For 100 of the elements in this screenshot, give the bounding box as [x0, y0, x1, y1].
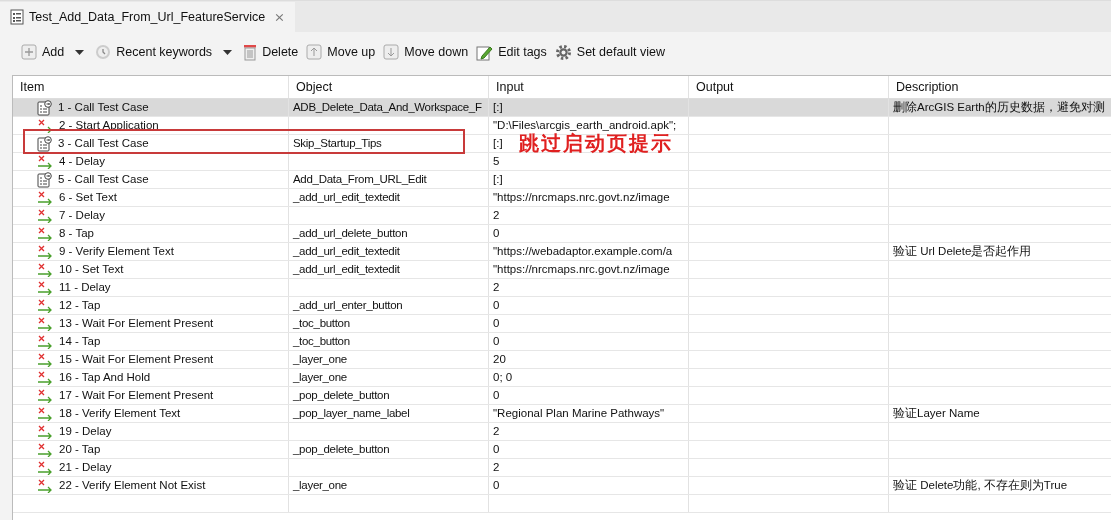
table-cell: _pop_delete_button: [293, 389, 390, 401]
table-cell: 2: [493, 461, 500, 473]
table-row[interactable]: 22 - Verify Element Not Exist _layer_one 0 验证 Delete功能, 不存在则为True: [13, 477, 1111, 495]
table-row[interactable]: 11 - Delay 2: [13, 279, 1111, 297]
table-row[interactable]: 17 - Wait For Element Present _pop_delete_button 0: [13, 387, 1111, 405]
step-name: 10 - Set Text: [59, 262, 124, 277]
step-icon: [37, 190, 53, 205]
step-name: 2 - Start Application: [59, 118, 159, 133]
down-button[interactable]: Move down: [380, 42, 472, 62]
step-name: 11 - Delay: [59, 280, 111, 295]
step-icon: [37, 334, 53, 349]
step-icon: [37, 208, 53, 223]
step-icon: [37, 388, 53, 403]
table-row[interactable]: 16 - Tap And Hold _layer_one 0; 0: [13, 369, 1111, 387]
step-name: 4 - Delay: [59, 154, 106, 169]
table-cell: 0: [493, 299, 500, 311]
table-row[interactable]: 8 - Tap _add_url_delete_button 0: [13, 225, 1111, 243]
recent-button[interactable]: Recent keywords: [92, 42, 216, 62]
trash-icon: [243, 43, 258, 61]
table-cell: 0: [493, 317, 500, 329]
table-cell: "Regional Plan Marine Pathways": [493, 407, 665, 419]
table-row[interactable]: 4 - Delay 5: [13, 153, 1111, 171]
table-cell: ADB_Delete_Data_And_Workspace_F: [293, 101, 482, 113]
table-cell: 2: [493, 425, 500, 437]
step-name: 21 - Delay: [59, 460, 112, 475]
table-cell: 0: [493, 335, 500, 347]
clock-icon: [95, 44, 112, 60]
list-icon: [10, 9, 24, 25]
table-cell: 20: [493, 353, 506, 365]
table-row[interactable]: 14 - Tap _toc_button 0: [13, 333, 1111, 351]
step-name: 3 - Call Test Case: [58, 136, 149, 151]
table-cell: _pop_layer_name_label: [293, 407, 410, 419]
step-icon: [37, 370, 53, 385]
column-header[interactable]: Output: [689, 76, 889, 98]
step-icon: [37, 352, 53, 367]
table-row[interactable]: 12 - Tap _add_url_enter_button 0: [13, 297, 1111, 315]
column-header[interactable]: Item: [13, 76, 289, 98]
step-icon: [37, 262, 53, 277]
step-name: 15 - Wait For Element Present: [59, 352, 214, 367]
step-icon: [37, 244, 53, 259]
table-cell: 删除ArcGIS Earth的历史数据，避免对测: [893, 101, 1105, 113]
column-header[interactable]: Description: [889, 76, 1111, 98]
table-cell: 验证 Delete功能, 不存在则为True: [893, 479, 1068, 491]
delete-button[interactable]: Delete: [240, 41, 302, 63]
arrow-down-icon: [383, 44, 400, 60]
close-icon[interactable]: ⨯: [274, 9, 286, 25]
tags-button[interactable]: Edit tags: [473, 41, 550, 63]
step-name: 17 - Wait For Element Present: [59, 388, 214, 403]
add-button[interactable]: Add: [18, 42, 68, 62]
step-name: 14 - Tap: [59, 334, 101, 349]
table-row[interactable]: 21 - Delay 2: [13, 459, 1111, 477]
step-icon: [37, 478, 53, 493]
caret-icon[interactable]: [223, 49, 233, 55]
table-cell: 0; 0: [493, 371, 513, 383]
table-cell: 5: [493, 155, 500, 167]
step-icon: [37, 154, 53, 169]
table-cell: 0: [493, 479, 500, 491]
step-icon: [37, 424, 53, 439]
up-button[interactable]: Move up: [303, 42, 379, 62]
step-icon: [37, 280, 53, 295]
table-cell: _layer_one: [293, 479, 347, 491]
table-cell: _add_url_edit_textedit: [293, 263, 400, 275]
step-name: 6 - Set Text: [59, 190, 117, 205]
table-row[interactable]: 7 - Delay 2: [13, 207, 1111, 225]
step-name: 1 - Call Test Case: [58, 100, 149, 115]
table-cell: _add_url_enter_button: [293, 299, 403, 311]
step-name: 7 - Delay: [59, 208, 106, 223]
table-row[interactable]: 1 - Call Test Case ADB_Delete_Data_And_Workspace_F [:] 删除ArcGIS Earth的历史数据，避免对测: [13, 99, 1111, 117]
step-name: 22 - Verify Element Not Exist: [59, 478, 206, 493]
table-cell: [:]: [493, 101, 503, 113]
step-icon: [37, 118, 53, 133]
table-row[interactable]: 13 - Wait For Element Present _toc_button 0: [13, 315, 1111, 333]
column-header[interactable]: Object: [289, 76, 489, 98]
table-row[interactable]: 19 - Delay 2: [13, 423, 1111, 441]
caret-icon[interactable]: [75, 49, 85, 55]
step-name: 8 - Tap: [59, 226, 94, 241]
gear-button[interactable]: Set default view: [551, 41, 669, 63]
step-icon: [37, 406, 53, 421]
table-row[interactable]: 15 - Wait For Element Present _layer_one 20: [13, 351, 1111, 369]
table-row[interactable]: 18 - Verify Element Text _pop_layer_name_label "Regional Plan Marine Pathways" 验证Layer Name: [13, 405, 1111, 423]
table-cell: [:]: [493, 173, 503, 185]
pencil-icon: [476, 43, 494, 61]
editor-tab[interactable]: Test_Add_Data_From_Url_FeatureService ⨯: [0, 2, 296, 32]
table-cell: 0: [493, 389, 500, 401]
test-case-icon: [37, 171, 52, 188]
step-name: 18 - Verify Element Text: [59, 406, 181, 421]
table-row[interactable]: 5 - Call Test Case Add_Data_From_URL_Edit [:]: [13, 171, 1111, 189]
step-icon: [37, 442, 53, 457]
table-row[interactable]: 9 - Verify Element Text _add_url_edit_textedit "https://webadaptor.example.com/a 验证 Url Delete是否起作用: [13, 243, 1111, 261]
step-icon: [37, 298, 53, 313]
table-cell: _add_url_delete_button: [293, 227, 408, 239]
table-cell: "https://webadaptor.example.com/a: [493, 245, 673, 257]
table-row[interactable]: 20 - Tap _pop_delete_button 0: [13, 441, 1111, 459]
table-row[interactable]: 10 - Set Text _add_url_edit_textedit "https://nrcmaps.nrc.govt.nz/image: [13, 261, 1111, 279]
column-header[interactable]: Input: [489, 76, 689, 98]
table-cell: _add_url_edit_textedit: [293, 245, 400, 257]
step-name: 5 - Call Test Case: [58, 172, 149, 187]
table-row[interactable]: 6 - Set Text _add_url_edit_textedit "https://nrcmaps.nrc.govt.nz/image: [13, 189, 1111, 207]
table-cell: _toc_button: [293, 317, 350, 329]
table-cell: _layer_one: [293, 371, 347, 383]
